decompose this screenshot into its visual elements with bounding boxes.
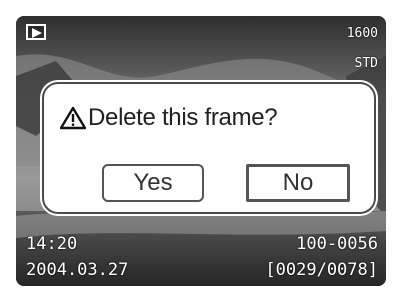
capture-time: 14:20 (26, 234, 78, 254)
dialog-prompt-text: Delete this frame? (88, 104, 278, 131)
frame-counter: [0029/0078] (265, 260, 378, 280)
yes-button[interactable]: Yes (102, 164, 204, 202)
no-button[interactable]: No (246, 164, 350, 202)
folder-file-number: 100-0056 (296, 234, 378, 254)
delete-confirmation-dialog: Delete this frame? Yes No (44, 84, 374, 212)
capture-date: 2004.03.27 (26, 260, 129, 280)
image-quality-indicator: STD (354, 56, 378, 71)
play-icon (32, 28, 42, 38)
playback-mode-icon (26, 24, 46, 40)
warning-icon (60, 106, 86, 130)
camera-lcd-screen: 1600 STD 14:20 2004.03.27 100-0056 [0029… (16, 16, 386, 286)
iso-indicator: 1600 (346, 26, 378, 41)
dialog-prompt: Delete this frame? (60, 104, 278, 132)
